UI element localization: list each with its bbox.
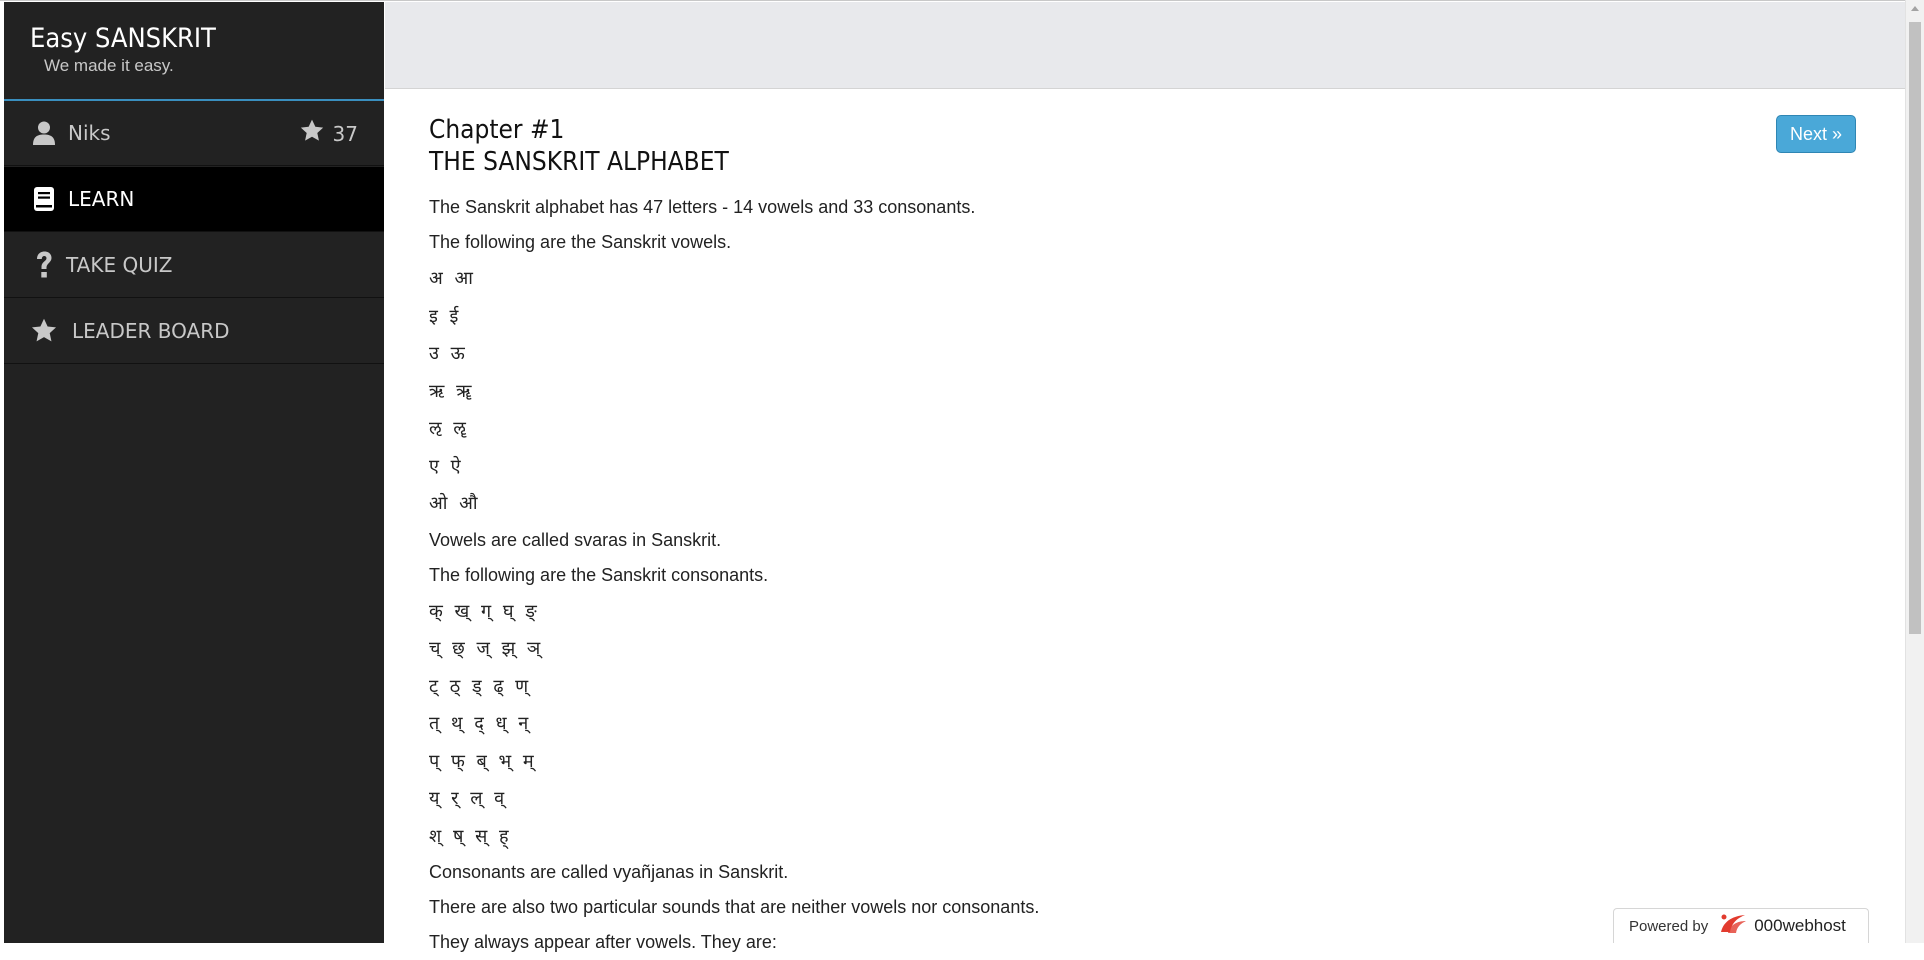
star-icon	[299, 118, 325, 149]
vowel-row: अ आ	[429, 268, 476, 289]
score-value: 37	[332, 121, 358, 146]
paragraph: The following are the Sanskrit vowels.	[429, 232, 732, 252]
scroll-up-icon[interactable]	[1911, 6, 1919, 11]
host-name: 000webhost	[1754, 916, 1846, 935]
paragraph: Consonants are called vyañjanas in Sansk…	[429, 862, 789, 882]
vowel-row: ऌ ॡ	[429, 418, 469, 439]
paragraph: Vowels are called svaras in Sanskrit.	[429, 529, 722, 550]
consonant-row: क् ख् ग् घ् ङ्	[429, 600, 540, 622]
consonant-row: श् ष् स् ह्	[429, 825, 512, 847]
sidebar-item-leader-board[interactable]: LEADER BOARD	[4, 299, 384, 364]
consonant-row: त् थ् द् ध् न्	[429, 713, 532, 734]
vowel-row: उ ऊ	[429, 343, 468, 364]
vertical-scrollbar[interactable]	[1905, 0, 1924, 943]
window-top-border	[0, 0, 1905, 1]
vowel-row: इ ई	[429, 305, 462, 327]
book-icon	[30, 185, 58, 213]
star-icon	[30, 317, 58, 345]
nav-quiz-label: TAKE QUIZ	[66, 253, 173, 277]
consonant-row: ट् ठ् ड् ढ् ण्	[429, 675, 532, 697]
sidebar-item-take-quiz[interactable]: TAKE QUIZ	[4, 233, 384, 298]
000webhost-logo-icon	[1718, 912, 1748, 941]
user-icon	[30, 119, 58, 147]
chapter-number: Chapter #1	[429, 115, 565, 145]
username-label: Niks	[68, 121, 111, 145]
consonant-row: य् र् ल् व्	[429, 788, 508, 809]
lesson-content: Chapter #1 THE SANSKRIT ALPHABET The San…	[429, 114, 1869, 960]
paragraph: The following are the Sanskrit consonant…	[429, 564, 769, 585]
consonant-row: प् फ् ब् भ् म्	[429, 750, 537, 772]
powered-by-badge[interactable]: Powered by 000webhost	[1613, 908, 1869, 943]
app-title[interactable]: Easy SANSKRIT	[30, 22, 216, 56]
nav-leaderboard-label: LEADER BOARD	[72, 319, 230, 343]
vowel-row: ऋ ॠ	[429, 380, 475, 402]
scrollbar-thumb[interactable]	[1909, 22, 1921, 634]
user-score: 37	[299, 101, 358, 166]
powered-by-label: Powered by	[1629, 917, 1709, 935]
chapter-title: THE SANSKRIT ALPHABET	[429, 147, 729, 177]
sidebar-item-user[interactable]: Niks 37	[4, 101, 384, 166]
sidebar-item-learn[interactable]: LEARN	[4, 167, 384, 232]
consonant-row: च् छ् ज् झ् ञ्	[429, 638, 544, 659]
app-tagline: We made it easy.	[44, 56, 174, 75]
vowel-row: ओ औ	[429, 493, 481, 514]
vowel-row: ए ऐ	[429, 455, 464, 477]
top-header-bar	[385, 2, 1905, 89]
brand[interactable]: Easy SANSKRIT We made it easy.	[30, 22, 216, 76]
sidebar: Easy SANSKRIT We made it easy. Niks 37 L…	[4, 2, 384, 943]
paragraph: The Sanskrit alphabet has 47 letters - 1…	[429, 197, 976, 217]
nav-learn-label: LEARN	[68, 187, 135, 211]
question-icon	[30, 251, 58, 279]
